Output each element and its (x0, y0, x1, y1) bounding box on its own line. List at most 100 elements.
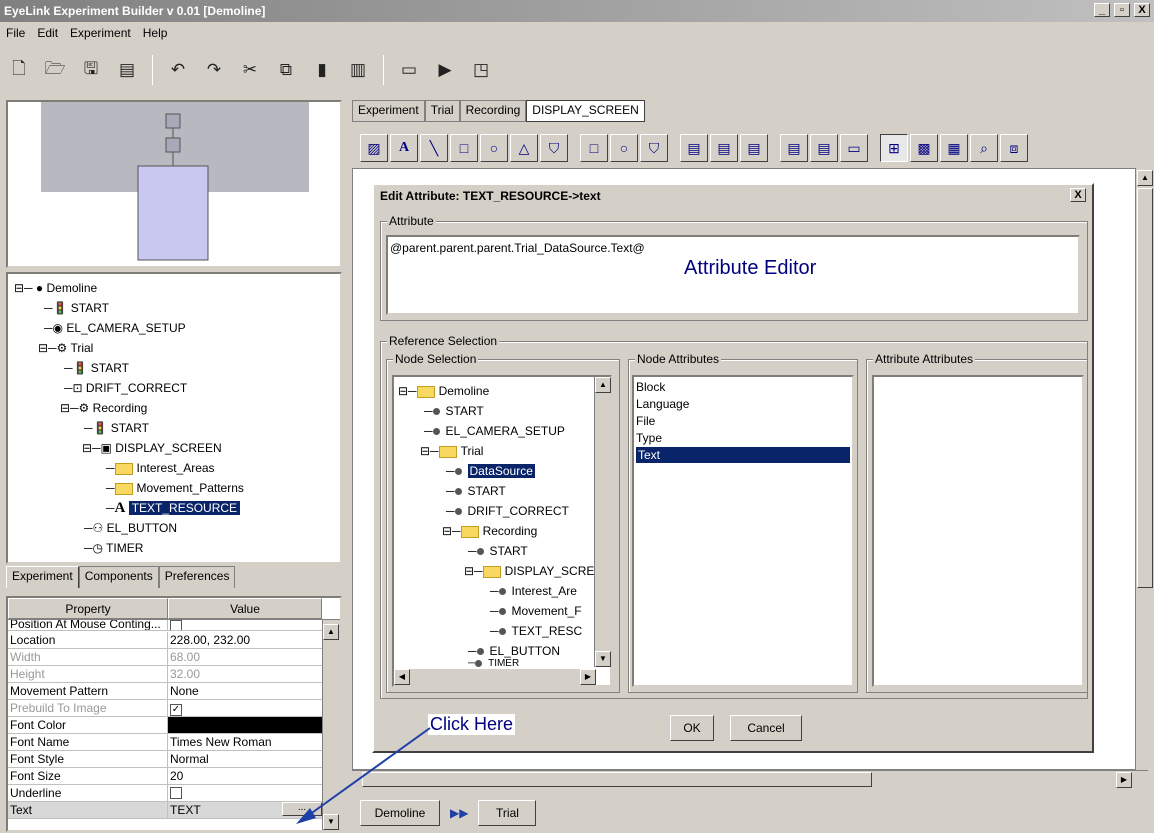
node-tree-hscroll[interactable]: ◀ ▶ (394, 669, 596, 685)
new-icon[interactable]: 🗋 (8, 56, 30, 85)
selection-mode-icon[interactable]: ⊞ (880, 134, 908, 162)
rect-interest-area-icon[interactable]: □ (580, 134, 608, 162)
menu-file[interactable]: File (6, 22, 25, 44)
tree-node-movement-patterns[interactable]: ─ Movement_F (490, 603, 582, 619)
table-row[interactable]: Font Size 20 (8, 768, 322, 785)
node-tree-vscroll[interactable]: ▲ ▼ (594, 377, 611, 667)
tree-node-timer[interactable]: ─ TIMER (468, 659, 519, 667)
breadcrumb-trial[interactable]: Trial (478, 800, 537, 826)
scroll-right-button[interactable]: ▶ (1116, 772, 1132, 788)
line-icon[interactable]: ╲ (420, 134, 448, 162)
tree-node-start[interactable]: ─🚦 START (44, 300, 109, 316)
tab-preferences[interactable]: Preferences (158, 566, 236, 588)
scroll-down-button[interactable]: ▼ (595, 651, 611, 667)
tree-node-start[interactable]: ─ START (446, 483, 506, 499)
tree-node-timer[interactable]: ─◷ TIMER (84, 540, 143, 556)
table-row[interactable]: Location 228.00, 232.00 (8, 632, 322, 649)
snap-icon[interactable]: ▦ (940, 134, 968, 162)
list-item[interactable]: Block (636, 379, 665, 395)
tree-node-trial[interactable]: ⊟─ Trial (420, 443, 483, 459)
table-row[interactable]: Font Name Times New Roman (8, 734, 322, 751)
tab-display-screen[interactable]: DISPLAY_SCREEN (526, 100, 645, 122)
attribute-text-area[interactable]: @parent.parent.parent.Trial_DataSource.T… (386, 235, 1080, 315)
scroll-left-button[interactable]: ◀ (394, 669, 410, 685)
tree-node-interest-areas[interactable]: ─ Interest_Are (490, 583, 577, 599)
scroll-up-button[interactable]: ▲ (595, 377, 611, 393)
delete-icon[interactable]: ▥ (347, 60, 369, 80)
table-row[interactable]: Text TEXT... (8, 802, 322, 819)
copy-icon[interactable]: ⧉ (275, 60, 297, 80)
canvas-hscrollbar[interactable]: ▶ (352, 770, 1148, 788)
attribute-attributes-list[interactable] (872, 375, 1084, 687)
tab-experiment-graph[interactable]: Experiment (352, 100, 425, 122)
fit-icon[interactable]: ⧈ (1000, 134, 1028, 162)
tree-node-drift-correct[interactable]: ─⊡ DRIFT_CORRECT (64, 380, 187, 396)
align-right-icon[interactable]: ▤ (740, 134, 768, 162)
hscroll-thumb[interactable] (362, 772, 872, 787)
close-button[interactable]: X (1134, 3, 1150, 17)
tree-node-demoline[interactable]: ⊟─ ● Demoline (14, 280, 97, 296)
tree-node-trial[interactable]: ⊟─⚙ Trial (38, 340, 93, 356)
table-row[interactable]: Font Style Normal (8, 751, 322, 768)
breadcrumb-demoline[interactable]: Demoline (360, 800, 440, 826)
tree-node-recording-start[interactable]: ─🚦 START (84, 420, 149, 436)
grid-icon[interactable]: ▩ (910, 134, 938, 162)
tab-trial-graph[interactable]: Trial (424, 100, 460, 122)
save-icon[interactable]: 🖫 (80, 56, 102, 85)
tree-node-movement-patterns[interactable]: ─ Movement_Patterns (106, 480, 244, 496)
scroll-thumb[interactable] (1137, 188, 1153, 588)
tree-node-start[interactable]: ─ START (468, 543, 528, 559)
menu-help[interactable]: Help (143, 22, 168, 44)
node-attributes-list[interactable]: Block Language File Type Text (632, 375, 854, 687)
tree-node-camera-setup[interactable]: ─ EL_CAMERA_SETUP (424, 423, 565, 439)
build-icon[interactable]: ▭ (398, 60, 420, 80)
tree-node-recording[interactable]: ⊟─⚙ Recording (60, 400, 147, 416)
menu-edit[interactable]: Edit (37, 22, 58, 44)
tree-node-datasource[interactable]: ─ DataSource (446, 463, 535, 479)
table-row[interactable]: Font Color (8, 717, 322, 734)
tree-node-trial-start[interactable]: ─🚦 START (64, 360, 129, 376)
zoom-icon[interactable]: ⌕ (970, 134, 998, 162)
list-item[interactable]: Type (636, 430, 662, 446)
align-bottom-icon[interactable]: ▭ (840, 134, 868, 162)
scroll-up-button[interactable]: ▲ (1137, 170, 1153, 186)
dialog-close-button[interactable]: X (1070, 188, 1086, 202)
list-item[interactable]: Text (636, 447, 850, 463)
align-middle-icon[interactable]: ▤ (810, 134, 838, 162)
paste-icon[interactable]: ▮ (311, 60, 333, 80)
ellipse-icon[interactable]: ○ (480, 134, 508, 162)
tree-node-camera-setup[interactable]: ─◉ EL_CAMERA_SETUP (44, 320, 186, 336)
export-icon[interactable]: ◳ (470, 60, 492, 80)
ellipse-interest-area-icon[interactable]: ○ (610, 134, 638, 162)
align-top-icon[interactable]: ▤ (780, 134, 808, 162)
menu-experiment[interactable]: Experiment (70, 22, 131, 44)
tree-node-interest-areas[interactable]: ─ Interest_Areas (106, 460, 215, 476)
tab-recording-graph[interactable]: Recording (459, 100, 527, 122)
cancel-button[interactable]: Cancel (730, 715, 802, 741)
freehand-interest-area-icon[interactable]: ⛉ (640, 134, 668, 162)
table-row[interactable]: Width 68.00 (8, 649, 322, 666)
table-row[interactable]: Position At Mouse Conting... (8, 620, 322, 631)
scroll-up-button[interactable]: ▲ (323, 624, 339, 640)
table-row[interactable]: Prebuild To Image ✓ (8, 700, 322, 717)
tree-node-start[interactable]: ─ START (424, 403, 484, 419)
table-row[interactable]: Movement Pattern None (8, 683, 322, 700)
redo-icon[interactable]: ↷ (203, 60, 225, 80)
tree-node-display-screen[interactable]: ⊟─▣ DISPLAY_SCREEN (82, 440, 222, 456)
rectangle-icon[interactable]: □ (450, 134, 478, 162)
list-item[interactable]: File (636, 413, 655, 429)
table-row[interactable]: Height 32.00 (8, 666, 322, 683)
align-center-icon[interactable]: ▤ (710, 134, 738, 162)
tree-node-text-resource[interactable]: ─ TEXT_RESC (490, 623, 582, 639)
tree-node-text-resource[interactable]: ─A TEXT_RESOURCE (106, 500, 241, 516)
tree-node-drift-correct[interactable]: ─ DRIFT_CORRECT (446, 503, 569, 519)
table-row[interactable]: Underline (8, 785, 322, 802)
tree-node-demoline[interactable]: ⊟─ Demoline (398, 383, 489, 399)
font-color-swatch[interactable] (168, 717, 322, 733)
ellipsis-button[interactable]: ... (282, 802, 322, 816)
scroll-right-button[interactable]: ▶ (580, 669, 596, 685)
save-all-icon[interactable]: ▤ (116, 60, 138, 80)
properties-scrollbar[interactable]: ▲ ▼ (322, 620, 340, 830)
tree-node-recording[interactable]: ⊟─ Recording (442, 523, 537, 539)
node-selection-tree[interactable]: ⊟─ Demoline ─ START ─ EL_CAMERA_SETUP ⊟─ Tri… (392, 375, 612, 687)
